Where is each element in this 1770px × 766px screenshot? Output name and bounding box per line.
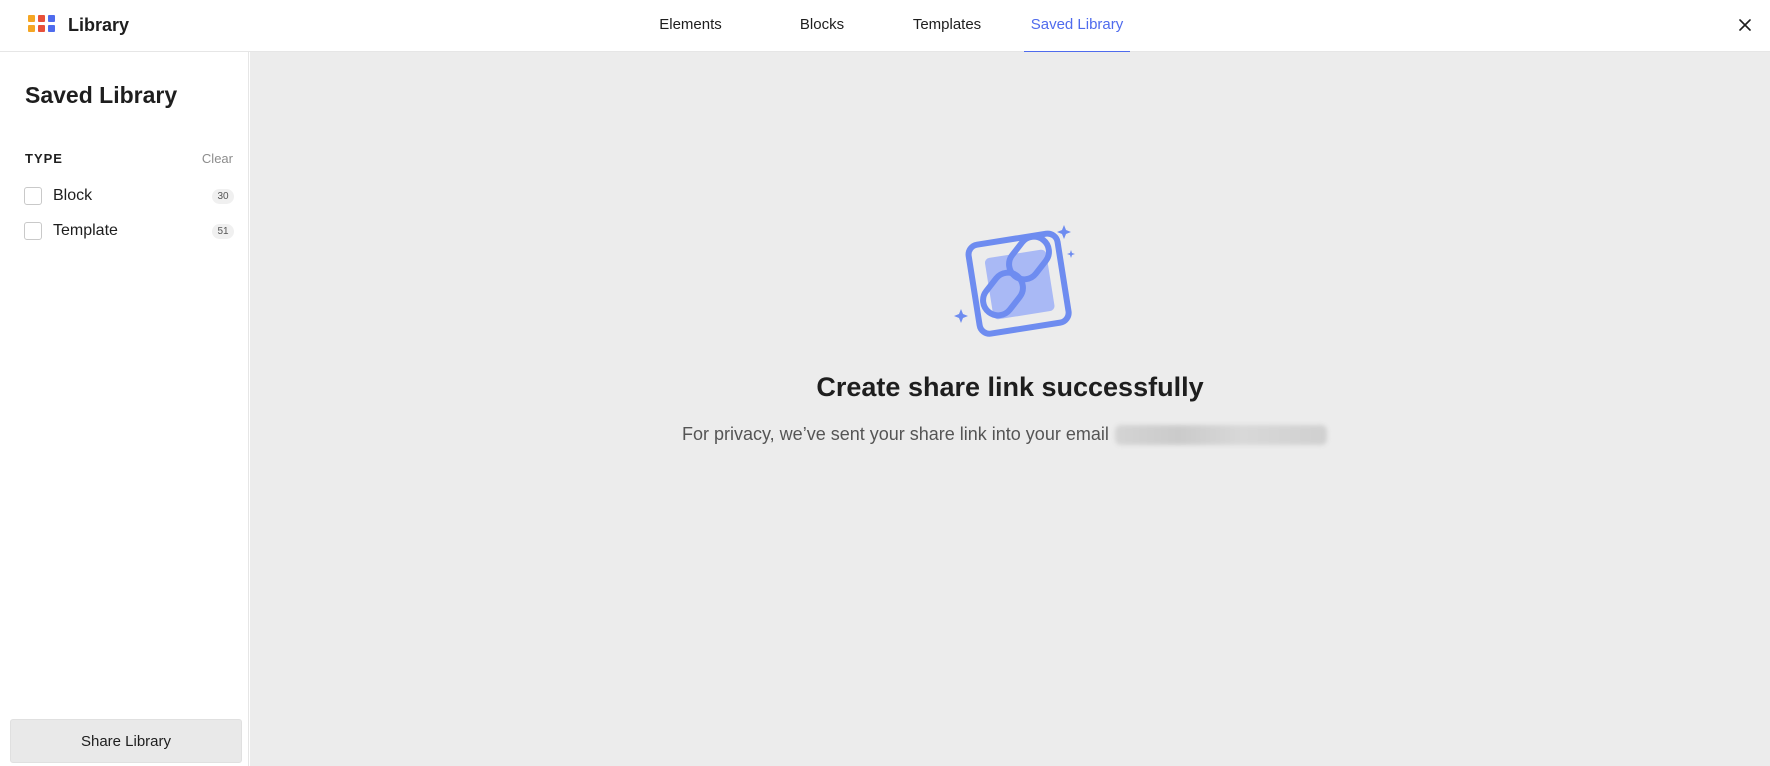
description-text: For privacy, we’ve sent your share link …: [682, 424, 1109, 444]
success-description: For privacy, we’ve sent your share link …: [682, 424, 1327, 445]
filter-item-template[interactable]: Template 51: [24, 220, 234, 242]
tab-elements[interactable]: Elements: [632, 0, 749, 52]
tab-blocks[interactable]: Blocks: [770, 0, 874, 52]
template-checkbox[interactable]: [24, 222, 42, 240]
filter-label: Block: [53, 187, 93, 204]
sidebar: Saved Library TYPE Clear Block 30 Templa…: [0, 52, 249, 766]
share-link-icon: [954, 225, 1075, 337]
close-icon: [1739, 19, 1751, 31]
filter-label: Template: [53, 222, 118, 239]
top-bar: Library Elements Blocks Templates Saved …: [0, 0, 1770, 53]
close-button[interactable]: [1734, 14, 1756, 36]
success-title: Create share link successfully: [816, 372, 1204, 402]
library-tabs: Elements Blocks Templates Saved Library: [620, 0, 1130, 53]
block-checkbox[interactable]: [24, 187, 42, 205]
share-library-button[interactable]: Share Library: [10, 719, 242, 763]
count-badge: 51: [212, 223, 234, 239]
redacted-email: [1114, 424, 1327, 445]
tab-templates[interactable]: Templates: [895, 0, 999, 52]
sidebar-title: Saved Library: [25, 82, 178, 108]
app-title: Library: [68, 14, 130, 35]
library-grid-icon: [28, 15, 56, 35]
filter-item-block[interactable]: Block 30: [24, 185, 234, 207]
clear-filters-link[interactable]: Clear: [202, 151, 233, 166]
type-heading: TYPE: [25, 151, 63, 166]
brand: Library: [28, 14, 129, 36]
tab-saved-library[interactable]: Saved Library: [1024, 0, 1130, 53]
main-content: Create share link successfully For priva…: [250, 52, 1770, 766]
type-filter-header: TYPE Clear: [25, 151, 233, 166]
count-badge: 30: [212, 188, 234, 204]
